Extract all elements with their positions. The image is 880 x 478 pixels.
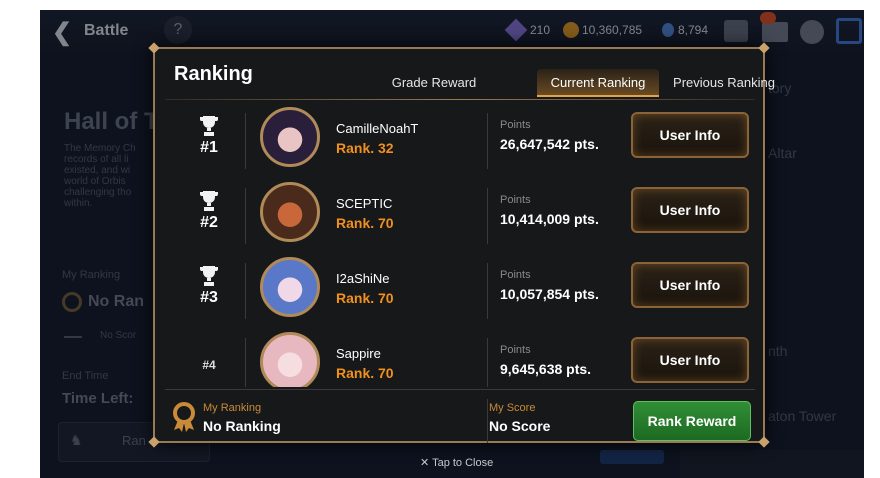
ranking-medal-icon	[173, 402, 195, 432]
user-rank: Rank. 70	[336, 365, 394, 381]
points-label: Points	[500, 194, 531, 206]
points-value: 10,057,854 pts.	[500, 286, 599, 302]
user-name: CamilleNoahT	[336, 121, 419, 136]
user-name: Sappire	[336, 346, 381, 361]
ranking-row: #1 CamilleNoahT Rank. 32 Points 26,647,5…	[165, 105, 755, 177]
ranking-modal: Ranking Grade Reward Current Ranking Pre…	[148, 42, 775, 448]
tap-to-close[interactable]: ✕ Tap to Close	[420, 456, 493, 469]
avatar	[260, 257, 320, 317]
ranking-row: #4 Sappire Rank. 70 Points 9,645,638 pts…	[165, 330, 755, 387]
column-divider	[487, 188, 488, 244]
user-info-button[interactable]: User Info	[631, 337, 749, 383]
modal-title: Ranking	[174, 63, 253, 85]
points-value: 10,414,009 pts.	[500, 211, 599, 227]
tab-grade-reward[interactable]: Grade Reward	[375, 69, 493, 97]
avatar	[260, 182, 320, 242]
rank-reward-button[interactable]: Rank Reward	[633, 401, 751, 441]
trophy-icon	[199, 191, 219, 211]
column-divider	[487, 263, 488, 319]
user-rank: Rank. 70	[336, 290, 394, 306]
column-divider	[487, 338, 488, 387]
user-rank: Rank. 32	[336, 140, 394, 156]
column-divider	[245, 188, 246, 244]
points-label: Points	[500, 269, 531, 281]
tab-previous-ranking[interactable]: Previous Ranking	[665, 69, 783, 97]
points-label: Points	[500, 344, 531, 356]
column-divider	[487, 113, 488, 169]
user-rank: Rank. 70	[336, 215, 394, 231]
rank-position: #3	[200, 289, 218, 306]
points-value: 9,645,638 pts.	[500, 361, 592, 377]
rank-position: #2	[200, 214, 218, 231]
column-divider	[245, 113, 246, 169]
rank-position: #1	[200, 139, 218, 156]
trophy-icon	[199, 266, 219, 286]
header-divider	[165, 99, 755, 100]
my-score-label: My Score	[489, 402, 536, 414]
tab-current-ranking[interactable]: Current Ranking	[537, 69, 659, 97]
game-screen: ❮ Battle ? 210 10,360,785 8,794 Hall of …	[40, 10, 864, 478]
user-info-button[interactable]: User Info	[631, 262, 749, 308]
my-score-value: No Score	[489, 418, 551, 434]
ranking-row: #2 SCEPTIC Rank. 70 Points 10,414,009 pt…	[165, 180, 755, 252]
trophy-icon	[199, 116, 219, 136]
points-label: Points	[500, 119, 531, 131]
user-name: SCEPTIC	[336, 196, 393, 211]
column-divider	[245, 338, 246, 387]
avatar	[260, 332, 320, 387]
ranking-row: #3 I2aShiNe Rank. 70 Points 10,057,854 p…	[165, 255, 755, 327]
my-ranking-value: No Ranking	[203, 418, 281, 434]
footer-divider	[165, 389, 755, 390]
column-divider	[245, 263, 246, 319]
user-name: I2aShiNe	[336, 271, 390, 286]
user-info-button[interactable]: User Info	[631, 112, 749, 158]
rank-position: #4	[202, 358, 216, 372]
points-value: 26,647,542 pts.	[500, 136, 599, 152]
user-info-button[interactable]: User Info	[631, 187, 749, 233]
avatar	[260, 107, 320, 167]
column-divider	[487, 399, 488, 443]
my-ranking-label: My Ranking	[203, 402, 262, 414]
